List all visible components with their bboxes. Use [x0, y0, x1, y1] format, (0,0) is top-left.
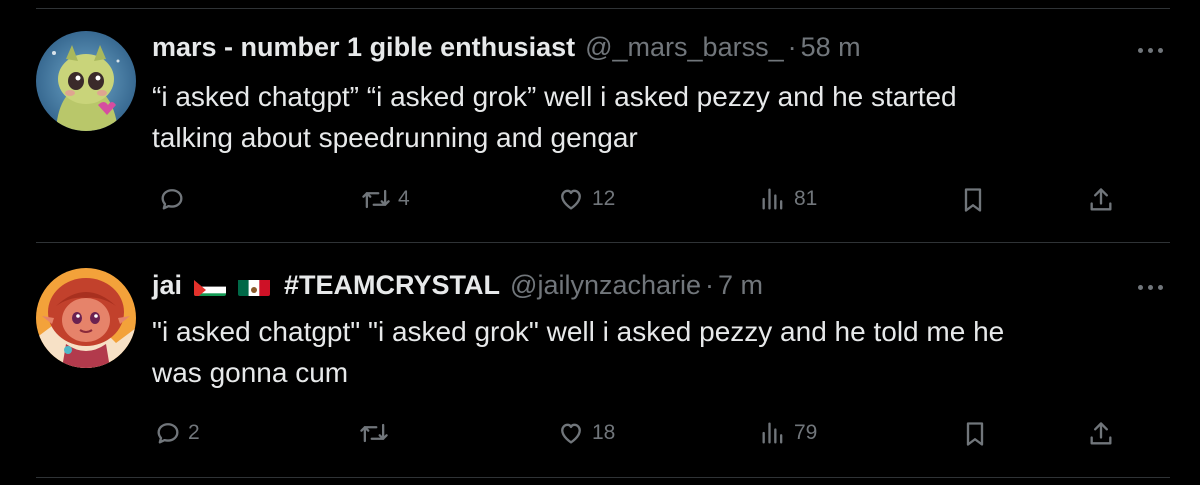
- like-button[interactable]: 12: [556, 185, 615, 213]
- avatar-mars[interactable]: [36, 31, 136, 131]
- timestamp[interactable]: 58 m: [801, 32, 861, 63]
- avatar-image: [36, 268, 136, 368]
- avatar-image: [36, 31, 136, 131]
- reply-button[interactable]: 2: [154, 419, 200, 447]
- retweet-button[interactable]: [358, 419, 396, 447]
- separator-dot: ·: [705, 270, 715, 300]
- share-icon: [1090, 188, 1112, 211]
- timestamp[interactable]: 7 m: [718, 270, 763, 301]
- tweet-header: mars - number 1 gible enthusiast @_mars_…: [152, 32, 861, 63]
- author-handle[interactable]: @jailynzacharie: [510, 270, 701, 301]
- tweet-1[interactable]: mars - number 1 gible enthusiast @_mars_…: [0, 0, 1200, 242]
- author-tag[interactable]: #TEAMCRYSTAL: [284, 270, 500, 301]
- bookmark-button[interactable]: [959, 185, 987, 215]
- separator-dot: ·: [787, 32, 797, 62]
- more-icon[interactable]: [1138, 283, 1166, 291]
- bookmark-icon: [964, 188, 982, 212]
- views-button[interactable]: 81: [758, 185, 817, 213]
- views-button[interactable]: 79: [758, 419, 817, 447]
- views-icon: [762, 188, 783, 210]
- tweet-text-line: talking about speedrunning and gengar: [152, 122, 638, 153]
- author-name[interactable]: mars - number 1 gible enthusiast: [152, 32, 575, 63]
- palestine-flag: [194, 276, 227, 296]
- retweet-button[interactable]: 4: [360, 185, 410, 213]
- tweet-text: “i asked chatgpt” “i asked grok” well i …: [152, 76, 1152, 158]
- author-handle[interactable]: @_mars_barss_: [585, 32, 783, 63]
- share-button[interactable]: [1087, 419, 1115, 449]
- view-count: 81: [794, 187, 818, 210]
- tweet-header: jai #TEAMCRYSTAL @jailynzacharie · 7 m: [152, 270, 763, 301]
- view-count: 79: [794, 421, 818, 444]
- author-name[interactable]: jai: [152, 270, 182, 301]
- tweet-text-line: "i asked chatgpt" "i asked grok" well i …: [152, 316, 1005, 347]
- reply-icon: [161, 189, 183, 210]
- reply-button[interactable]: [158, 185, 192, 213]
- reply-icon: [157, 423, 179, 444]
- avatar-jai[interactable]: [36, 268, 136, 368]
- bookmark-button[interactable]: [961, 419, 989, 449]
- share-icon: [1090, 422, 1112, 445]
- views-icon: [762, 422, 783, 444]
- like-icon: [561, 423, 581, 444]
- reply-count: 2: [188, 421, 200, 444]
- retweet-count: 4: [398, 187, 410, 210]
- like-count: 12: [592, 187, 616, 210]
- like-button[interactable]: 18: [556, 419, 615, 447]
- tweet-2[interactable]: jai #TEAMCRYSTAL @jailynzacharie · 7 m "…: [0, 243, 1200, 485]
- tweet-text: "i asked chatgpt" "i asked grok" well i …: [152, 311, 1152, 393]
- like-icon: [561, 189, 581, 210]
- more-icon[interactable]: [1138, 46, 1166, 54]
- bookmark-icon: [966, 422, 984, 446]
- mexico-flag: [238, 276, 271, 296]
- tweet-text-line: “i asked chatgpt” “i asked grok” well i …: [152, 81, 957, 112]
- like-count: 18: [592, 421, 616, 444]
- share-button[interactable]: [1087, 185, 1115, 215]
- bottom-divider: [36, 477, 1170, 478]
- retweet-icon: [362, 189, 390, 209]
- retweet-icon: [360, 423, 388, 443]
- tweet-text-line: was gonna cum: [152, 357, 349, 388]
